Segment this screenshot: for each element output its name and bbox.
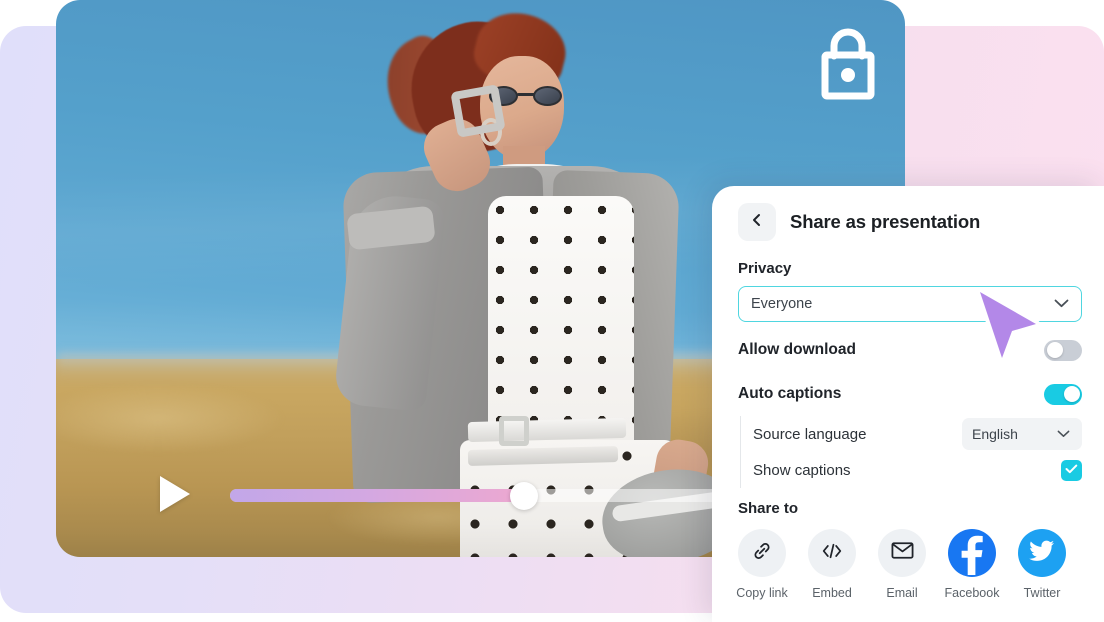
chevron-left-icon: [750, 213, 764, 232]
toggle-knob: [1063, 386, 1080, 402]
show-captions-checkbox[interactable]: [1061, 459, 1082, 481]
source-language-select[interactable]: English: [962, 418, 1082, 450]
allow-download-toggle[interactable]: [1044, 339, 1082, 361]
share-target-copy-link[interactable]: Copy link: [736, 529, 788, 600]
auto-captions-row: Auto captions: [738, 372, 1082, 416]
video-progress-thumb[interactable]: [510, 482, 538, 510]
auto-captions-toggle[interactable]: [1044, 383, 1082, 405]
back-button[interactable]: [738, 203, 776, 241]
share-target-facebook[interactable]: Facebook: [945, 529, 999, 600]
allow-download-row: Allow download: [738, 328, 1082, 372]
auto-captions-label: Auto captions: [738, 385, 842, 402]
video-progress-fill: [230, 489, 526, 502]
panel-header: Share as presentation: [738, 202, 1082, 242]
share-icon-wrapper: [738, 529, 786, 577]
twitter-icon: [1029, 540, 1055, 567]
code-icon: [820, 541, 844, 566]
share-target-label: Embed: [812, 586, 852, 600]
share-to-label: Share to: [738, 500, 799, 517]
share-target-twitter[interactable]: Twitter: [1018, 529, 1066, 600]
share-target-email[interactable]: Email: [878, 529, 926, 600]
share-icon-wrapper: [878, 529, 926, 577]
share-icon-wrapper: [1018, 529, 1066, 577]
captions-sub-settings: Source language English Show captions: [740, 416, 1082, 488]
screen-root: Share as presentation Privacy Everyone A…: [0, 0, 1104, 622]
facebook-icon: [948, 527, 996, 580]
chevron-down-icon: [1054, 295, 1069, 313]
source-language-value: English: [972, 426, 1018, 442]
show-captions-label: Show captions: [753, 461, 851, 479]
envelope-icon: [891, 541, 914, 565]
share-target-label: Email: [886, 586, 918, 600]
page-title: Share as presentation: [790, 211, 981, 232]
share-target-label: Facebook: [944, 586, 1000, 600]
source-language-row: Source language English: [753, 416, 1082, 452]
share-target-embed[interactable]: Embed: [808, 529, 856, 600]
show-captions-row: Show captions: [753, 452, 1082, 488]
share-icon-wrapper: [948, 529, 996, 577]
chevron-down-icon: [1057, 425, 1070, 443]
privacy-select[interactable]: Everyone: [738, 286, 1082, 322]
source-language-label: Source language: [753, 425, 867, 443]
toggle-knob: [1046, 342, 1063, 358]
share-target-label: Copy link: [736, 586, 788, 600]
lock-icon: [818, 22, 878, 104]
share-targets: Copy link Embed Email Facebook Twitter: [736, 529, 1082, 600]
check-icon: [1065, 461, 1078, 479]
privacy-label: Privacy: [738, 260, 792, 277]
link-icon: [751, 540, 773, 567]
privacy-select-value: Everyone: [751, 296, 813, 312]
share-icon-wrapper: [808, 529, 856, 577]
allow-download-label: Allow download: [738, 341, 856, 358]
share-panel: Share as presentation Privacy Everyone A…: [712, 186, 1104, 622]
share-target-label: Twitter: [1023, 586, 1061, 600]
play-icon[interactable]: [160, 476, 190, 512]
